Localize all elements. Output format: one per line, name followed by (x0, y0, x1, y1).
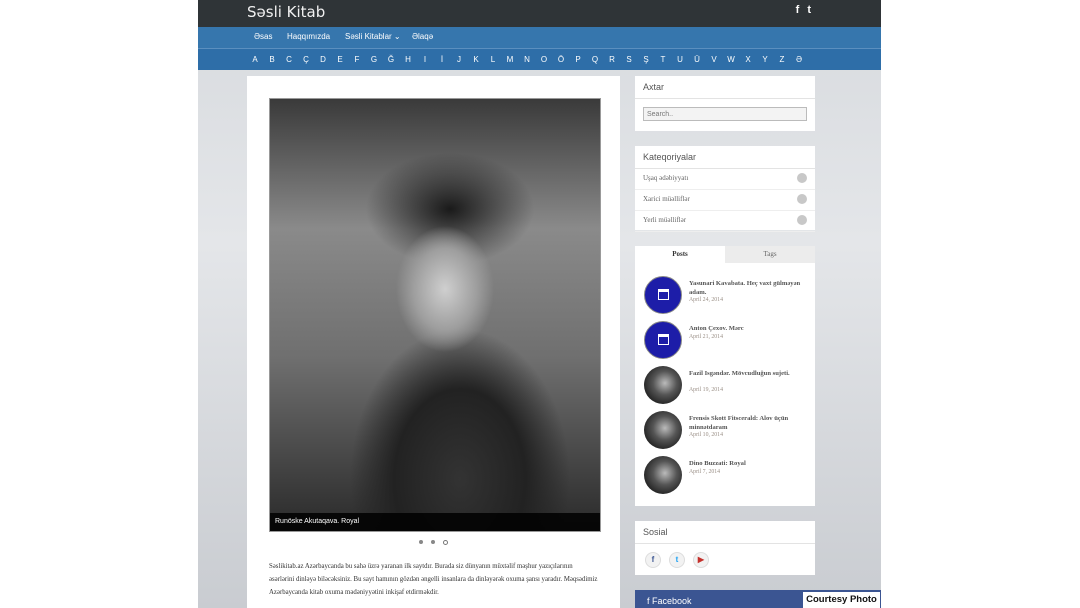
alpha-letter[interactable]: Ə (793, 55, 805, 64)
alpha-letter[interactable]: B (266, 55, 278, 64)
twitter-icon[interactable]: t (807, 4, 811, 16)
search-input[interactable]: Search.. (643, 107, 807, 121)
post-thumbnail (644, 411, 682, 449)
browser-page: Səsli Kitab f t Əsas Haqqımızda Səsli Ki… (198, 0, 881, 608)
slider-dot[interactable] (431, 540, 435, 544)
alpha-letter[interactable]: H (402, 55, 414, 64)
category-label: Yerli müəlliflər (643, 216, 687, 224)
post-date: April 7, 2014 (689, 469, 721, 475)
alpha-letter[interactable]: W (725, 55, 737, 64)
calendar-icon (644, 276, 682, 314)
top-bar: Səsli Kitab f t (198, 0, 881, 27)
post-item[interactable]: Frensis Skott Fitscerald: Alov üçün minn… (635, 406, 815, 451)
alpha-letter[interactable]: O (538, 55, 550, 64)
top-social-links: f t (796, 4, 811, 16)
post-date: April 24, 2014 (689, 297, 723, 303)
social-widget: Sosial f t ▶ (635, 521, 815, 575)
posts-tabs: Posts Tags (635, 246, 815, 263)
youtube-icon[interactable]: ▶ (693, 552, 709, 568)
slider-dots (419, 540, 448, 545)
search-widget: Axtar Search.. (635, 76, 815, 131)
twitter-icon[interactable]: t (669, 552, 685, 568)
alpha-letter[interactable]: U (674, 55, 686, 64)
facebook-label: Facebook (652, 596, 692, 606)
categories-widget: Kateqoriyalar Uşaq ədəbiyyatı Xarici müə… (635, 146, 815, 232)
alpha-letter[interactable]: Ü (691, 55, 703, 64)
nav-item-audiobooks[interactable]: Səsli Kitablar ⌄ (345, 32, 401, 41)
post-thumbnail (644, 456, 682, 494)
alpha-letter[interactable]: P (572, 55, 584, 64)
tab-tags[interactable]: Tags (725, 246, 815, 263)
alpha-letter[interactable]: Ö (555, 55, 567, 64)
alpha-letter[interactable]: D (317, 55, 329, 64)
main-nav: Əsas Haqqımızda Səsli Kitablar ⌄ Əlaqə (198, 27, 881, 48)
alpha-letter[interactable]: Ç (300, 55, 312, 64)
alpha-letter[interactable]: S (623, 55, 635, 64)
slider-dot[interactable] (419, 540, 423, 544)
alpha-letter[interactable]: K (470, 55, 482, 64)
category-count-badge (797, 173, 807, 183)
intro-text: Səslikitab.az Azərbaycanda bu sahə üzrə … (269, 563, 598, 596)
alpha-letter[interactable]: İ (436, 55, 448, 64)
post-title[interactable]: Anton Çexov. Mərc (689, 324, 809, 333)
alpha-letter[interactable]: Ğ (385, 55, 397, 64)
alpha-letter[interactable]: A (249, 55, 261, 64)
search-widget-title: Axtar (635, 76, 815, 99)
facebook-icon[interactable]: f (645, 552, 661, 568)
post-date: April 19, 2014 (689, 387, 723, 393)
post-title[interactable]: Fazil Isgəndər. Mövcudluğun sujeti. (689, 369, 809, 378)
alpha-letter[interactable]: C (283, 55, 295, 64)
alpha-letter[interactable]: T (657, 55, 669, 64)
post-title[interactable]: Dino Buzzati: Royal (689, 459, 809, 468)
post-thumbnail (644, 366, 682, 404)
social-icons: f t ▶ (635, 544, 815, 576)
courtesy-label: Courtesy Photo (803, 592, 880, 608)
alpha-letter[interactable]: N (521, 55, 533, 64)
alpha-letter[interactable]: X (742, 55, 754, 64)
category-label: Uşaq ədəbiyyatı (643, 174, 689, 182)
alpha-letter[interactable]: L (487, 55, 499, 64)
category-item[interactable]: Xarici müəlliflər (635, 190, 815, 211)
posts-widget: Posts Tags Yasunari Kavabata. Heç vaxt g… (635, 246, 815, 506)
facebook-icon[interactable]: f (796, 4, 800, 16)
slider-caption: Runöske Akutaqava. Royal (270, 513, 600, 531)
alpha-letter[interactable]: M (504, 55, 516, 64)
alpha-letter[interactable]: R (606, 55, 618, 64)
alphabet-nav: A B C Ç D E F G Ğ H I İ J K L M N O Ö P … (198, 48, 881, 70)
slider-dot-active[interactable] (443, 540, 448, 545)
slider-image[interactable]: Runöske Akutaqava. Royal (269, 98, 601, 532)
main-content: Runöske Akutaqava. Royal Səslikitab.az A… (247, 76, 620, 608)
nav-item-about[interactable]: Haqqımızda (287, 32, 330, 41)
nav-item-contact[interactable]: Əlaqə (412, 32, 433, 41)
alpha-letter[interactable]: Q (589, 55, 601, 64)
post-title[interactable]: Frensis Skott Fitscerald: Alov üçün minn… (689, 414, 809, 432)
nav-item-home[interactable]: Əsas (254, 32, 272, 41)
alpha-letter[interactable]: Ş (640, 55, 652, 64)
post-item[interactable]: Anton Çexov. Mərc April 21, 2014 (635, 316, 815, 361)
social-widget-title: Sosial (635, 521, 815, 544)
alpha-letter[interactable]: F (351, 55, 363, 64)
post-item[interactable]: Fazil Isgəndər. Mövcudluğun sujeti. Apri… (635, 361, 815, 406)
post-date: April 10, 2014 (689, 432, 723, 438)
alpha-letter[interactable]: G (368, 55, 380, 64)
post-item[interactable]: Yasunari Kavabata. Heç vaxt gülməyən ada… (635, 271, 815, 316)
category-item[interactable]: Yerli müəlliflər (635, 211, 815, 232)
post-date: April 21, 2014 (689, 334, 723, 340)
post-item[interactable]: Dino Buzzati: Royal April 7, 2014 (635, 451, 815, 496)
alpha-letter[interactable]: J (453, 55, 465, 64)
calendar-icon (644, 321, 682, 359)
site-brand[interactable]: Səsli Kitab (247, 3, 325, 21)
category-item[interactable]: Uşaq ədəbiyyatı (635, 169, 815, 190)
category-count-badge (797, 215, 807, 225)
category-label: Xarici müəlliflər (643, 195, 690, 203)
alpha-letter[interactable]: I (419, 55, 431, 64)
alpha-letter[interactable]: E (334, 55, 346, 64)
alpha-letter[interactable]: V (708, 55, 720, 64)
categories-widget-title: Kateqoriyalar (635, 146, 815, 169)
alpha-letter[interactable]: Z (776, 55, 788, 64)
tab-posts[interactable]: Posts (635, 246, 725, 263)
category-count-badge (797, 194, 807, 204)
alpha-letter[interactable]: Y (759, 55, 771, 64)
post-title[interactable]: Yasunari Kavabata. Heç vaxt gülməyən ada… (689, 279, 809, 297)
